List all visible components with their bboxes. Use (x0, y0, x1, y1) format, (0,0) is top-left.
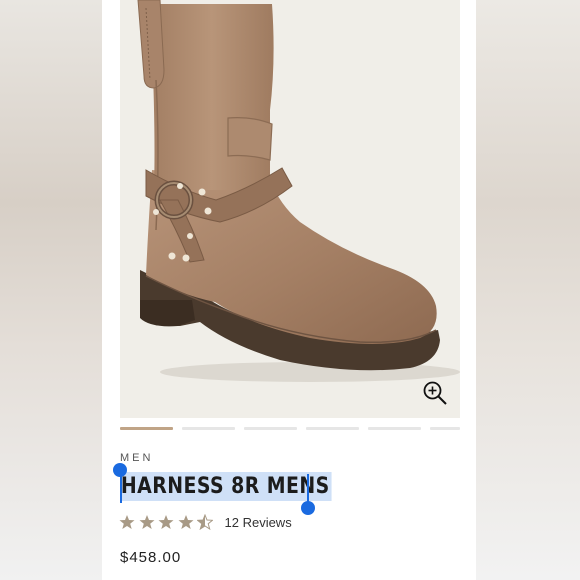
carousel-dot[interactable] (306, 427, 359, 430)
selection-handle-start[interactable] (113, 463, 127, 477)
product-title-wrap: HARNESS 8R MENS (120, 472, 366, 501)
background-blur-right (476, 0, 580, 580)
carousel-dot[interactable] (430, 427, 460, 430)
star-half-icon (197, 514, 213, 530)
star-full-icon (139, 515, 154, 529)
product-page: MEN HARNESS 8R MENS 12 Reviews $458.00 (102, 0, 476, 580)
product-rating[interactable]: 12 Reviews (119, 514, 292, 530)
boot-illustration (137, 0, 460, 382)
product-price: $458.00 (120, 549, 182, 566)
carousel-dot[interactable] (182, 427, 235, 430)
product-image[interactable] (120, 0, 460, 418)
product-title[interactable]: HARNESS 8R MENS (120, 472, 332, 501)
reviews-count-link[interactable]: 12 Reviews (225, 515, 292, 530)
background-blur-left (0, 0, 102, 580)
image-carousel-indicator (120, 427, 460, 431)
carousel-dot[interactable] (244, 427, 297, 430)
product-category: MEN (120, 452, 154, 464)
carousel-dot[interactable] (368, 427, 421, 430)
star-full-icon (178, 515, 193, 529)
star-full-icon (119, 515, 135, 529)
star-full-icon (158, 515, 174, 529)
zoom-in-icon[interactable] (422, 380, 448, 406)
carousel-dot-active[interactable] (120, 427, 173, 430)
selection-handle-end[interactable] (301, 501, 315, 515)
